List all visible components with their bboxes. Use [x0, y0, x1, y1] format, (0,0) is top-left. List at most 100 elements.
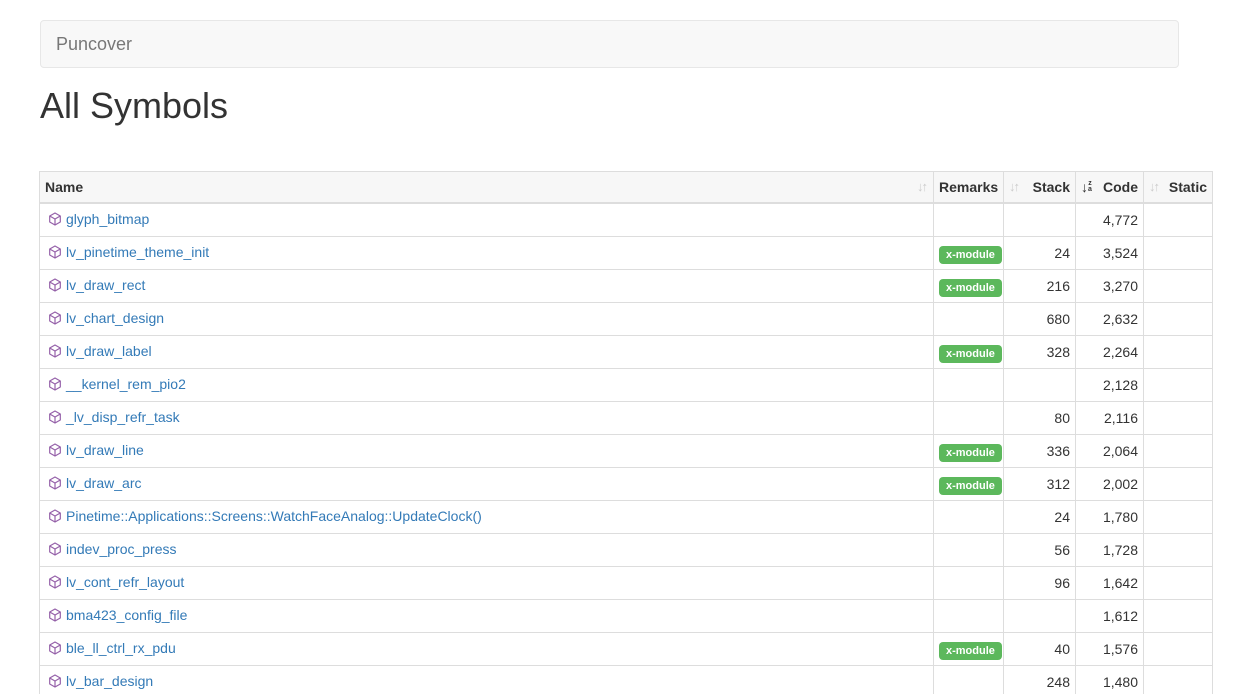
table-row: lv_cont_refr_layout 96 1,642 — [40, 567, 1213, 600]
table-row: Pinetime::Applications::Screens::WatchFa… — [40, 501, 1213, 534]
column-header-static[interactable]: ↓↑ Static — [1144, 172, 1213, 204]
symbol-link[interactable]: bma423_config_file — [66, 607, 187, 623]
name-cell: lv_draw_label — [40, 336, 934, 369]
stack-value: 24 — [1004, 237, 1076, 270]
name-cell: lv_draw_arc — [40, 468, 934, 501]
sort-both-icon: ↓↑ — [917, 177, 928, 197]
x-module-badge: x-module — [939, 444, 1002, 462]
symbol-link[interactable]: lv_cont_refr_layout — [66, 574, 184, 590]
symbol-link[interactable]: lv_bar_design — [66, 673, 153, 689]
code-value: 1,780 — [1076, 501, 1144, 534]
stack-value — [1004, 369, 1076, 402]
column-label-name: Name — [45, 177, 83, 197]
remarks-cell — [934, 303, 1004, 336]
static-value — [1144, 336, 1213, 369]
cube-icon — [48, 442, 62, 462]
x-module-badge: x-module — [939, 642, 1002, 660]
symbol-link[interactable]: glyph_bitmap — [66, 211, 149, 227]
cube-icon — [48, 409, 62, 429]
x-module-badge: x-module — [939, 477, 1002, 495]
name-cell: bma423_config_file — [40, 600, 934, 633]
remarks-cell: x-module — [934, 633, 1004, 666]
code-value: 2,116 — [1076, 402, 1144, 435]
table-row: __kernel_rem_pio2 2,128 — [40, 369, 1213, 402]
page-title: All Symbols — [40, 86, 1260, 126]
column-header-remarks: Remarks — [934, 172, 1004, 204]
navbar-brand[interactable]: Puncover — [41, 20, 147, 68]
table-header: Name ↓↑ Remarks ↓↑ Stack ↓ za — [40, 172, 1213, 204]
name-cell: indev_proc_press — [40, 534, 934, 567]
code-value: 1,728 — [1076, 534, 1144, 567]
name-cell: _lv_disp_refr_task — [40, 402, 934, 435]
symbol-link[interactable]: ble_ll_ctrl_rx_pdu — [66, 640, 176, 656]
cube-icon — [48, 541, 62, 561]
column-header-code[interactable]: ↓ za Code — [1076, 172, 1144, 204]
stack-value: 328 — [1004, 336, 1076, 369]
table-row: lv_draw_arc x-module 312 2,002 — [40, 468, 1213, 501]
symbol-link[interactable]: lv_pinetime_theme_init — [66, 244, 209, 260]
static-value — [1144, 633, 1213, 666]
static-value — [1144, 435, 1213, 468]
column-label-remarks: Remarks — [939, 179, 998, 195]
table-row: lv_draw_label x-module 328 2,264 — [40, 336, 1213, 369]
column-label-stack: Stack — [1033, 177, 1070, 197]
remarks-cell: x-module — [934, 435, 1004, 468]
remarks-cell — [934, 203, 1004, 237]
stack-value: 680 — [1004, 303, 1076, 336]
cube-icon — [48, 607, 62, 627]
remarks-cell: x-module — [934, 336, 1004, 369]
symbol-link[interactable]: Pinetime::Applications::Screens::WatchFa… — [66, 508, 482, 524]
symbol-link[interactable]: indev_proc_press — [66, 541, 177, 557]
static-value — [1144, 567, 1213, 600]
x-module-badge: x-module — [939, 345, 1002, 363]
remarks-cell — [934, 666, 1004, 694]
static-value — [1144, 303, 1213, 336]
cube-icon — [48, 673, 62, 693]
remarks-cell — [934, 402, 1004, 435]
name-cell: lv_cont_refr_layout — [40, 567, 934, 600]
column-header-stack[interactable]: ↓↑ Stack — [1004, 172, 1076, 204]
code-value: 4,772 — [1076, 203, 1144, 237]
column-header-name[interactable]: Name ↓↑ — [40, 172, 934, 204]
symbol-link[interactable]: lv_draw_line — [66, 442, 144, 458]
table-row: lv_pinetime_theme_init x-module 24 3,524 — [40, 237, 1213, 270]
x-module-badge: x-module — [939, 246, 1002, 264]
table-row: indev_proc_press 56 1,728 — [40, 534, 1213, 567]
remarks-cell — [934, 567, 1004, 600]
symbol-link[interactable]: lv_draw_rect — [66, 277, 145, 293]
static-value — [1144, 402, 1213, 435]
remarks-cell — [934, 501, 1004, 534]
code-value: 2,264 — [1076, 336, 1144, 369]
table-row: ble_ll_ctrl_rx_pdu x-module 40 1,576 — [40, 633, 1213, 666]
cube-icon — [48, 376, 62, 396]
stack-value: 96 — [1004, 567, 1076, 600]
table-row: lv_draw_rect x-module 216 3,270 — [40, 270, 1213, 303]
sort-descending-icon: ↓ za — [1081, 180, 1092, 194]
table-row: bma423_config_file 1,612 — [40, 600, 1213, 633]
code-value: 1,642 — [1076, 567, 1144, 600]
table-body: glyph_bitmap 4,772 lv_pinetime_theme_ini… — [40, 203, 1213, 694]
cube-icon — [48, 244, 62, 264]
table-row: lv_bar_design 248 1,480 — [40, 666, 1213, 694]
static-value — [1144, 203, 1213, 237]
stack-value: 80 — [1004, 402, 1076, 435]
symbols-table: Name ↓↑ Remarks ↓↑ Stack ↓ za — [39, 171, 1213, 694]
symbol-link[interactable]: __kernel_rem_pio2 — [66, 376, 186, 392]
table-row: _lv_disp_refr_task 80 2,116 — [40, 402, 1213, 435]
symbol-link[interactable]: lv_chart_design — [66, 310, 164, 326]
static-value — [1144, 468, 1213, 501]
symbol-link[interactable]: _lv_disp_refr_task — [66, 409, 180, 425]
stack-value: 248 — [1004, 666, 1076, 694]
symbol-link[interactable]: lv_draw_arc — [66, 475, 141, 491]
name-cell: glyph_bitmap — [40, 203, 934, 237]
cube-icon — [48, 508, 62, 528]
name-cell: ble_ll_ctrl_rx_pdu — [40, 633, 934, 666]
symbol-link[interactable]: lv_draw_label — [66, 343, 152, 359]
table-row: lv_chart_design 680 2,632 — [40, 303, 1213, 336]
table-row: lv_draw_line x-module 336 2,064 — [40, 435, 1213, 468]
cube-icon — [48, 277, 62, 297]
stack-value: 24 — [1004, 501, 1076, 534]
stack-value: 336 — [1004, 435, 1076, 468]
remarks-cell: x-module — [934, 468, 1004, 501]
sort-both-icon: ↓↑ — [1149, 177, 1160, 197]
